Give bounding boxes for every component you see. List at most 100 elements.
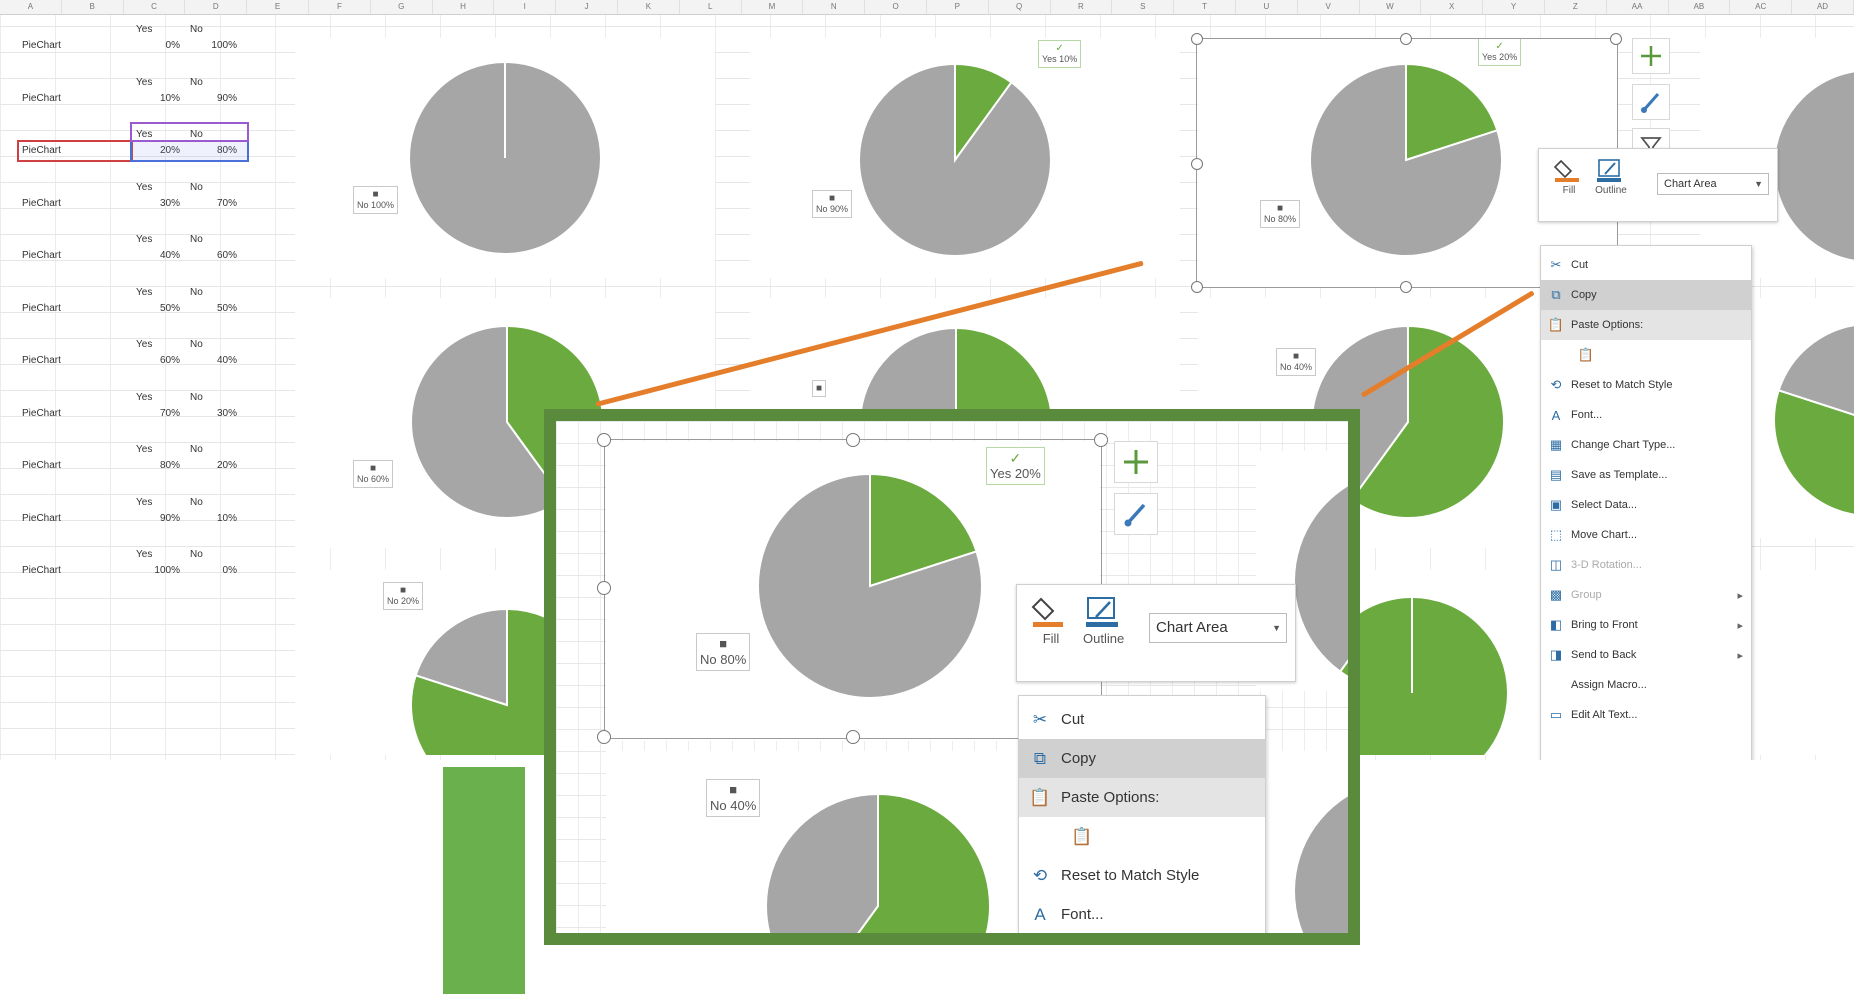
- header-cell-yes[interactable]: Yes: [136, 24, 152, 35]
- menu-item[interactable]: A Font...: [1541, 400, 1751, 430]
- header-cell-yes[interactable]: Yes: [136, 339, 152, 350]
- resize-handle[interactable]: [846, 433, 860, 447]
- column-header[interactable]: M: [742, 0, 804, 14]
- header-cell-no[interactable]: No: [190, 444, 203, 455]
- column-header[interactable]: G: [371, 0, 433, 14]
- row-label-cell[interactable]: PieChart: [22, 198, 61, 209]
- no-value-cell[interactable]: 20%: [197, 460, 237, 471]
- header-cell-yes[interactable]: Yes: [136, 497, 152, 508]
- menu-item[interactable]: ⟲ Reset to Match Style: [1541, 370, 1751, 400]
- column-header[interactable]: K: [618, 0, 680, 14]
- row-label-cell[interactable]: PieChart: [22, 408, 61, 419]
- menu-item[interactable]: 📋 Paste Options:: [1541, 310, 1751, 340]
- column-header[interactable]: X: [1421, 0, 1484, 14]
- yes-value-cell[interactable]: 60%: [140, 355, 180, 366]
- chart-styles-button[interactable]: [1632, 84, 1670, 120]
- header-cell-yes[interactable]: Yes: [136, 392, 152, 403]
- yes-value-cell[interactable]: 100%: [140, 565, 180, 576]
- menu-item[interactable]: 📋: [1019, 817, 1265, 856]
- fill-button[interactable]: Fill: [1553, 157, 1585, 196]
- menu-item[interactable]: ▤ Save as Template...: [1541, 460, 1751, 490]
- row-label-cell[interactable]: PieChart: [22, 513, 61, 524]
- menu-item[interactable]: ⧉ Copy: [1541, 280, 1751, 310]
- header-cell-no[interactable]: No: [190, 549, 203, 560]
- column-header[interactable]: E: [247, 0, 309, 14]
- column-header[interactable]: L: [680, 0, 742, 14]
- pie-slice-no[interactable]: [858, 62, 1052, 257]
- no-value-cell[interactable]: 40%: [197, 355, 237, 366]
- resize-handle[interactable]: [846, 730, 860, 744]
- header-cell-yes[interactable]: Yes: [136, 234, 152, 245]
- column-header[interactable]: AD: [1792, 0, 1854, 14]
- chart-styles-button[interactable]: [1114, 493, 1158, 535]
- resize-handle[interactable]: [1610, 33, 1622, 45]
- column-header[interactable]: B: [62, 0, 124, 14]
- yes-value-cell[interactable]: 50%: [140, 303, 180, 314]
- column-header[interactable]: R: [1051, 0, 1113, 14]
- chart-elements-button[interactable]: [1114, 441, 1158, 483]
- no-value-cell[interactable]: 70%: [197, 198, 237, 209]
- column-header[interactable]: AC: [1730, 0, 1793, 14]
- pie-slice-no[interactable]: [1293, 469, 1348, 674]
- selected-value-range[interactable]: [130, 140, 249, 162]
- menu-item[interactable]: ▩ Group ▸: [1541, 580, 1751, 610]
- header-cell-yes[interactable]: Yes: [136, 287, 152, 298]
- no-value-cell[interactable]: 100%: [197, 40, 237, 51]
- row-label-cell[interactable]: PieChart: [22, 93, 61, 104]
- pie-slice-no[interactable]: [1293, 779, 1348, 941]
- column-header[interactable]: P: [927, 0, 989, 14]
- column-header[interactable]: T: [1174, 0, 1236, 14]
- no-value-cell[interactable]: 90%: [197, 93, 237, 104]
- resize-handle[interactable]: [1400, 33, 1412, 45]
- pie-slice-yes[interactable]: [1360, 596, 1509, 755]
- resize-handle[interactable]: [597, 433, 611, 447]
- row-label-cell[interactable]: PieChart: [22, 40, 61, 51]
- column-header[interactable]: Z: [1545, 0, 1607, 14]
- column-header[interactable]: I: [494, 0, 557, 14]
- row-label-cell[interactable]: PieChart: [22, 565, 61, 576]
- menu-item[interactable]: ◧ Bring to Front ▸: [1541, 610, 1751, 640]
- selected-label-cell[interactable]: [17, 140, 133, 162]
- no-value-cell[interactable]: 10%: [197, 513, 237, 524]
- menu-item[interactable]: Assign Macro...: [1541, 670, 1751, 700]
- header-cell-yes[interactable]: Yes: [136, 444, 152, 455]
- yes-value-cell[interactable]: 80%: [140, 460, 180, 471]
- header-cell-no[interactable]: No: [190, 182, 203, 193]
- column-header[interactable]: J: [556, 0, 618, 14]
- menu-item[interactable]: 📋: [1541, 340, 1751, 370]
- menu-item[interactable]: ⟲ Reset to Match Style: [1019, 856, 1265, 895]
- column-header[interactable]: C: [124, 0, 186, 14]
- pie-chart-80[interactable]: ■ No 20%: [295, 570, 555, 755]
- header-cell-no[interactable]: No: [190, 77, 203, 88]
- yes-value-cell[interactable]: 0%: [140, 40, 180, 51]
- header-cell-no[interactable]: No: [190, 339, 203, 350]
- series-header-range[interactable]: [130, 122, 249, 142]
- header-cell-no[interactable]: No: [190, 392, 203, 403]
- outline-button[interactable]: Outline: [1595, 157, 1627, 196]
- menu-item[interactable]: ⬚ Move Chart...: [1541, 520, 1751, 550]
- column-header[interactable]: D: [185, 0, 248, 14]
- pie-chart-100[interactable]: [1360, 570, 1540, 755]
- menu-item[interactable]: ⧉ Copy: [1019, 739, 1265, 778]
- menu-item[interactable]: ▦ Change Chart Type...: [1541, 430, 1751, 460]
- yes-value-cell[interactable]: 90%: [140, 513, 180, 524]
- header-cell-no[interactable]: No: [190, 234, 203, 245]
- outline-button[interactable]: Outline: [1083, 595, 1124, 646]
- resize-handle[interactable]: [1191, 281, 1203, 293]
- resize-handle[interactable]: [1191, 158, 1203, 170]
- header-cell-yes[interactable]: Yes: [136, 182, 152, 193]
- yes-value-cell[interactable]: 70%: [140, 408, 180, 419]
- column-header[interactable]: U: [1236, 0, 1298, 14]
- column-header[interactable]: F: [309, 0, 371, 14]
- header-cell-yes[interactable]: Yes: [136, 77, 152, 88]
- column-header[interactable]: V: [1298, 0, 1360, 14]
- column-header[interactable]: N: [803, 0, 866, 14]
- row-label-cell[interactable]: PieChart: [22, 303, 61, 314]
- menu-item[interactable]: ▣ Select Data...: [1541, 490, 1751, 520]
- resize-handle[interactable]: [597, 581, 611, 595]
- column-header[interactable]: O: [865, 0, 927, 14]
- chart-element-dropdown[interactable]: Chart Area ▼: [1149, 613, 1287, 643]
- pie-slice-yes[interactable]: [955, 326, 1053, 418]
- yes-value-cell[interactable]: 30%: [140, 198, 180, 209]
- pie-chart-50[interactable]: ■: [750, 298, 1180, 418]
